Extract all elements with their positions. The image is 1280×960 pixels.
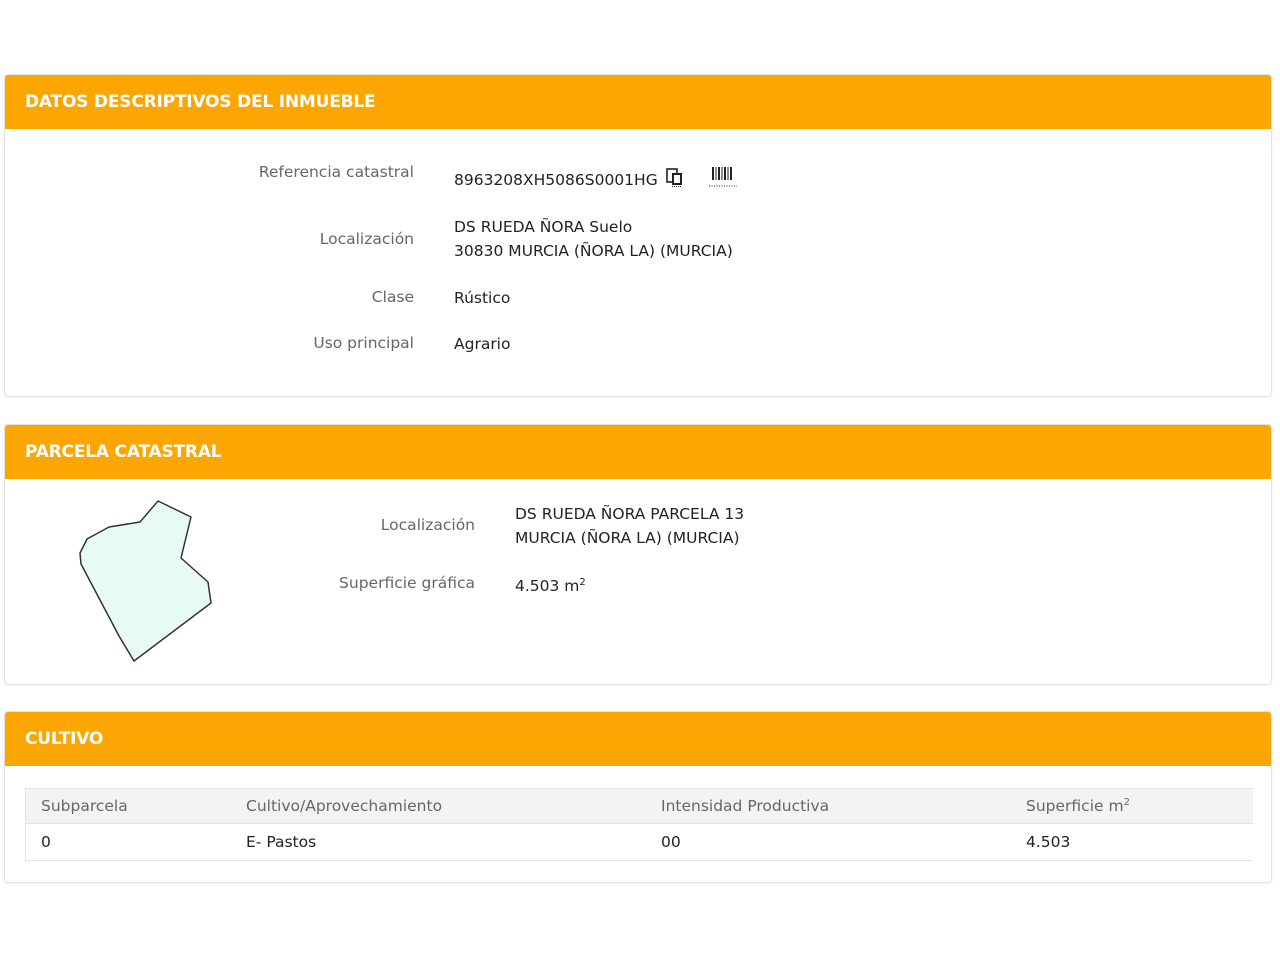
col-subparcela: Subparcela	[25, 788, 231, 824]
referencia-catastral-label: Referencia catastral	[258, 163, 414, 181]
parcela-catastral-panel: PARCELA CATASTRAL Localización DS RUEDA …	[4, 424, 1272, 685]
referencia-catastral-row: 8963208XH5086S0001HG	[454, 166, 737, 195]
copy-icon[interactable]	[665, 167, 684, 194]
cultivo-panel: CULTIVO Subparcela Cultivo/Aprovechamien…	[4, 711, 1272, 883]
table-row: 0 E- Pastos 00 4.503	[25, 823, 1253, 861]
cell-subparcela: 0	[25, 823, 231, 861]
cell-superficie: 4.503	[1011, 823, 1253, 861]
datos-descriptivos-panel: DATOS DESCRIPTIVOS DEL INMUEBLE Referenc…	[4, 74, 1272, 397]
localizacion-line2: 30830 MURCIA (ÑORA LA) (MURCIA)	[454, 242, 733, 260]
col-superficie-exp: 2	[1123, 796, 1130, 808]
uso-principal-label: Uso principal	[313, 334, 414, 352]
parcela-localizacion-line1: DS RUEDA ÑORA PARCELA 13	[515, 505, 745, 523]
barcode-icon[interactable]	[708, 166, 737, 195]
col-intensidad: Intensidad Productiva	[646, 788, 1011, 824]
localizacion-line1: DS RUEDA ÑORA Suelo	[454, 218, 633, 236]
col-superficie: Superficie m2	[1011, 788, 1253, 824]
cultivo-header: CULTIVO	[5, 712, 1271, 766]
localizacion-label: Localización	[319, 230, 414, 248]
clase-value: Rústico	[454, 289, 511, 307]
superficie-grafica-label: Superficie gráfica	[339, 574, 475, 592]
col-cultivo: Cultivo/Aprovechamiento	[231, 788, 646, 824]
parcela-catastral-header: PARCELA CATASTRAL	[5, 425, 1271, 479]
cultivo-table: Subparcela Cultivo/Aprovechamiento Inten…	[25, 788, 1253, 861]
referencia-catastral-value: 8963208XH5086S0001HG	[454, 171, 658, 189]
superficie-grafica-number: 4.503 m	[515, 577, 580, 596]
cell-cultivo: E- Pastos	[231, 823, 646, 861]
col-superficie-label: Superficie m	[1026, 797, 1124, 816]
localizacion-value: DS RUEDA ÑORA Suelo 30830 MURCIA (ÑORA L…	[454, 215, 733, 263]
superficie-grafica-unit-exp: 2	[579, 577, 586, 588]
uso-principal-value: Agrario	[454, 335, 511, 353]
datos-descriptivos-header: DATOS DESCRIPTIVOS DEL INMUEBLE	[5, 75, 1271, 129]
cultivo-table-header-row: Subparcela Cultivo/Aprovechamiento Inten…	[25, 788, 1253, 824]
parcel-shape	[79, 500, 212, 662]
parcela-localizacion-line2: MURCIA (ÑORA LA) (MURCIA)	[515, 529, 740, 547]
cell-intensidad: 00	[646, 823, 1011, 861]
parcela-localizacion-label: Localización	[380, 516, 475, 534]
clase-label: Clase	[371, 288, 414, 306]
superficie-grafica-value: 4.503 m2	[515, 571, 586, 598]
parcela-localizacion-value: DS RUEDA ÑORA PARCELA 13 MURCIA (ÑORA LA…	[515, 502, 744, 550]
